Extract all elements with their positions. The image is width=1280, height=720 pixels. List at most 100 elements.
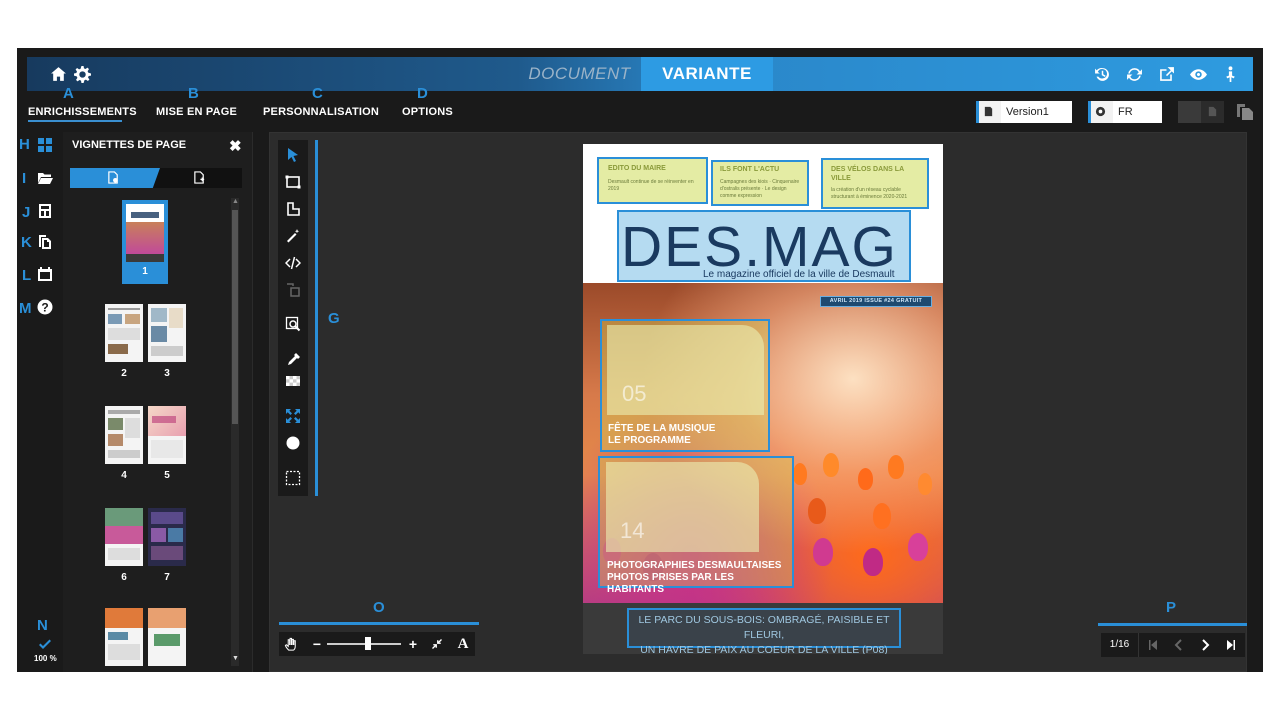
- region-card-fete[interactable]: 05 FÊTE DE LA MUSIQUE LE PROGRAMME: [600, 319, 770, 452]
- menu-enrichissements[interactable]: ENRICHISSEMENTS: [28, 106, 137, 118]
- callout-m: M: [19, 300, 32, 317]
- embed-icon[interactable]: [281, 278, 305, 302]
- footer-line-1: LE PARC DU SOUS-BOIS: OMBRAGÉ, PAISIBLE …: [638, 614, 890, 641]
- thumbnail-number: 6: [121, 572, 127, 583]
- globe-icon: [1095, 106, 1106, 117]
- thumbnail-scrollbar[interactable]: ▲ ▼: [231, 198, 239, 666]
- circle-icon[interactable]: [281, 431, 305, 455]
- thumbnail-page-9[interactable]: [148, 608, 186, 666]
- scrollbar-thumb[interactable]: [232, 210, 238, 424]
- help-icon[interactable]: ?: [37, 299, 55, 317]
- region-actu[interactable]: ILS FONT L'ACTU Campagnes des kiois · Ci…: [711, 160, 809, 206]
- thumbnail-page-5[interactable]: [148, 406, 186, 464]
- calendar-icon[interactable]: [37, 266, 55, 284]
- callout-j: J: [22, 204, 31, 221]
- thumbnails-grid-icon[interactable]: [37, 137, 55, 155]
- zoom-in-button[interactable]: +: [401, 632, 425, 656]
- callout-b: B: [188, 85, 199, 102]
- svg-text:?: ?: [41, 301, 48, 315]
- document-tab[interactable]: DOCUMENT: [517, 57, 642, 91]
- region-edito[interactable]: EDITO DU MAIRE Desmault continue de se r…: [597, 157, 708, 204]
- pages-copy-icon[interactable]: [37, 234, 55, 252]
- menu-active-underline: [28, 120, 122, 122]
- zoom-toolbar: − + A: [279, 632, 475, 656]
- thumbnail-page-1[interactable]: [126, 204, 164, 262]
- collapse-icon[interactable]: [425, 632, 449, 656]
- thumbnails-panel: VIGNETTES DE PAGE ✖ 1 2 3 4 5 6 7 ▲ ▼: [63, 132, 253, 672]
- menu-personnalisation[interactable]: PERSONNALISATION: [263, 106, 379, 118]
- check-icon[interactable]: [38, 638, 52, 652]
- menu-mise-en-page[interactable]: MISE EN PAGE: [156, 106, 237, 118]
- thumbnail-number: 1: [142, 266, 148, 277]
- duplicate-icon[interactable]: [1235, 103, 1255, 121]
- text-tool-button[interactable]: A: [451, 632, 475, 656]
- tab-add-page[interactable]: [160, 168, 242, 188]
- thumbnail-number: 2: [121, 368, 127, 379]
- region-card-photos[interactable]: 14 PHOTOGRAPHIES DESMAULTAISES PHOTOS PR…: [598, 456, 794, 595]
- pager-accent: [1098, 623, 1247, 626]
- page-add-icon: [194, 171, 205, 184]
- issue-badge: AVRIL 2019 ISSUE #24 GRATUIT: [820, 296, 932, 307]
- tool-palette-accent: [315, 140, 318, 496]
- callout-g: G: [328, 310, 340, 327]
- thumbnail-list: 1 2 3 4 5 6 7: [63, 198, 239, 668]
- view-toggle[interactable]: [1178, 101, 1224, 123]
- refresh-icon[interactable]: [1121, 57, 1147, 91]
- card-fete-caption-1: FÊTE DE LA MUSIQUE: [608, 423, 716, 434]
- thumbnail-page-3[interactable]: [148, 304, 186, 362]
- history-icon[interactable]: [1089, 57, 1115, 91]
- app-frame: DOCUMENT VARIANTE ENRICHISSEMENTS MISE E…: [17, 48, 1263, 672]
- first-page-icon[interactable]: [1140, 633, 1166, 657]
- previous-page-icon[interactable]: [1166, 633, 1192, 657]
- thumbnail-page-8[interactable]: [105, 608, 143, 666]
- zoom-slider-handle[interactable]: [364, 637, 371, 650]
- close-icon[interactable]: ✖: [229, 137, 242, 155]
- folder-open-icon[interactable]: [37, 170, 55, 188]
- magic-wand-icon[interactable]: [281, 224, 305, 248]
- transparency-icon[interactable]: [281, 369, 305, 393]
- variante-tab[interactable]: VARIANTE: [641, 57, 773, 91]
- page-icon: [1208, 106, 1217, 117]
- next-page-icon[interactable]: [1192, 633, 1218, 657]
- thumbnail-number: 5: [164, 470, 170, 481]
- single-page-toggle[interactable]: [1178, 101, 1201, 123]
- open-external-icon[interactable]: [1153, 57, 1179, 91]
- top-bar: DOCUMENT VARIANTE: [27, 57, 1253, 91]
- edito-text: Desmault continue de se réinventer en 20…: [608, 179, 694, 192]
- callout-n: N: [37, 617, 48, 634]
- thumbnail-number: 7: [164, 572, 170, 583]
- thumbnail-number: 3: [164, 368, 170, 379]
- expand-icon[interactable]: [281, 404, 305, 428]
- pager: 1/16: [1101, 633, 1245, 657]
- thumbnail-page-6[interactable]: [105, 508, 143, 566]
- thumbnails-title: VIGNETTES DE PAGE: [72, 139, 187, 151]
- double-page-toggle[interactable]: [1201, 101, 1224, 123]
- zoom-out-button[interactable]: −: [305, 632, 329, 656]
- language-selector[interactable]: FR: [1088, 101, 1162, 123]
- code-icon[interactable]: [281, 251, 305, 275]
- menu-options[interactable]: OPTIONS: [402, 106, 453, 118]
- pointer-icon[interactable]: [281, 143, 305, 167]
- callout-p: P: [1166, 599, 1177, 616]
- eye-icon[interactable]: [1185, 57, 1211, 91]
- thumbnail-page-7[interactable]: [148, 508, 186, 566]
- tab-pages[interactable]: [70, 168, 160, 188]
- document-page[interactable]: EDITO DU MAIRE Desmault continue de se r…: [583, 144, 943, 654]
- rectangle-icon[interactable]: [281, 170, 305, 194]
- version-selector[interactable]: Version1: [976, 101, 1072, 123]
- thumbnail-page-2[interactable]: [105, 304, 143, 362]
- zoom-area-icon[interactable]: [281, 312, 305, 336]
- last-page-icon[interactable]: [1218, 633, 1244, 657]
- region-footer-text[interactable]: LE PARC DU SOUS-BOIS: OMBRAGÉ, PAISIBLE …: [627, 608, 901, 654]
- card-fete-number: 05: [622, 381, 647, 406]
- selection-icon[interactable]: [281, 466, 305, 490]
- callout-c: C: [312, 85, 323, 102]
- region-velos[interactable]: DES VÉLOS DANS LA VILLE la création d'un…: [821, 158, 929, 209]
- scroll-down-icon[interactable]: ▼: [232, 655, 239, 662]
- scroll-up-icon[interactable]: ▲: [232, 198, 239, 205]
- hand-icon[interactable]: [279, 632, 303, 656]
- accessibility-icon[interactable]: [1217, 57, 1243, 91]
- layout-icon[interactable]: [37, 203, 55, 221]
- thumbnail-page-4[interactable]: [105, 406, 143, 464]
- polygon-icon[interactable]: [281, 197, 305, 221]
